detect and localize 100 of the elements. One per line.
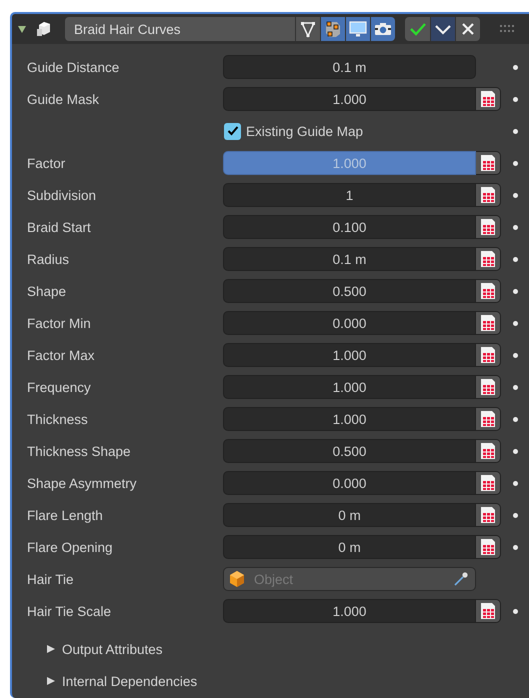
- attribute-icon: [479, 250, 497, 268]
- attribute-toggle[interactable]: [476, 247, 501, 271]
- keyframe-dot[interactable]: [513, 384, 518, 390]
- visibility-toggle[interactable]: [295, 17, 320, 41]
- visibility-toggle[interactable]: [345, 17, 370, 41]
- attribute-toggle[interactable]: [476, 343, 501, 367]
- attribute-toggle[interactable]: [476, 87, 501, 111]
- expanded-triangle-icon[interactable]: [17, 24, 27, 34]
- checkbox-label: Existing Guide Map: [246, 124, 364, 138]
- property-label: Thickness: [26, 412, 89, 426]
- attribute-icon: [479, 154, 497, 172]
- attribute-icon: [479, 218, 497, 236]
- collapsed-triangle-icon[interactable]: [46, 644, 56, 654]
- property-label: Guide Distance: [26, 60, 120, 74]
- attribute-icon: [479, 538, 497, 556]
- keyframe-dot[interactable]: [513, 320, 518, 326]
- keyframe-dot[interactable]: [513, 544, 518, 550]
- number-field[interactable]: 1.000: [223, 375, 476, 399]
- property-label: Flare Length: [26, 508, 104, 522]
- keyframe-dot[interactable]: [513, 448, 518, 454]
- attribute-toggle[interactable]: [476, 471, 501, 495]
- subpanel-header[interactable]: Internal Dependencies: [62, 674, 198, 688]
- property-label: Flare Opening: [26, 540, 114, 554]
- attribute-icon: [479, 442, 497, 460]
- keyframe-dot[interactable]: [513, 64, 518, 70]
- property-label: Radius: [26, 252, 70, 266]
- monitor-icon: [349, 20, 367, 38]
- attribute-icon: [479, 314, 497, 332]
- attribute-toggle[interactable]: [476, 599, 501, 623]
- attribute-icon: [479, 410, 497, 428]
- property-label: Subdivision: [26, 188, 98, 202]
- keyframe-dot[interactable]: [513, 224, 518, 230]
- number-field[interactable]: 0.100: [223, 215, 476, 239]
- keyframe-dot[interactable]: [513, 192, 518, 198]
- property-label: Guide Mask: [26, 92, 100, 106]
- close-icon: [460, 21, 476, 37]
- number-field[interactable]: 0 m: [223, 503, 476, 527]
- subpanel-header[interactable]: Output Attributes: [62, 642, 163, 656]
- modifier-name-field[interactable]: Braid Hair Curves: [65, 17, 295, 41]
- attribute-icon: [479, 346, 497, 364]
- keyframe-dot[interactable]: [513, 256, 518, 262]
- edit-mode-icon: [324, 20, 342, 38]
- visibility-toggle[interactable]: [370, 17, 395, 41]
- attribute-toggle[interactable]: [476, 503, 501, 527]
- visibility-toggle[interactable]: [320, 17, 345, 41]
- property-label: Shape: [26, 284, 68, 298]
- attribute-icon: [479, 602, 497, 620]
- keyframe-dot[interactable]: [513, 512, 518, 518]
- number-field[interactable]: 0.1 m: [223, 247, 476, 271]
- collapsed-triangle-icon[interactable]: [46, 676, 56, 686]
- number-field[interactable]: 0.000: [223, 471, 476, 495]
- checkbox[interactable]: [224, 122, 241, 140]
- property-label: Factor: [26, 156, 66, 170]
- number-field[interactable]: 0.1 m: [223, 55, 476, 79]
- keyframe-dot[interactable]: [513, 352, 518, 358]
- keyframe-dot[interactable]: [513, 288, 518, 294]
- property-label: Hair Tie Scale: [26, 604, 112, 618]
- property-label: Factor Max: [26, 348, 96, 362]
- attribute-toggle[interactable]: [476, 183, 501, 207]
- cube-icon: [228, 570, 246, 588]
- attribute-icon: [479, 90, 497, 108]
- property-label: Hair Tie: [26, 572, 75, 586]
- property-label: Shape Asymmetry: [26, 476, 138, 490]
- attribute-toggle[interactable]: [476, 375, 501, 399]
- attribute-icon: [479, 282, 497, 300]
- property-label: Thickness Shape: [26, 444, 132, 458]
- keyframe-dot[interactable]: [513, 160, 518, 166]
- dropdown-button[interactable]: [430, 17, 455, 41]
- vertex-triangle-icon: [299, 20, 317, 38]
- number-field[interactable]: 1: [223, 183, 476, 207]
- attribute-icon: [479, 378, 497, 396]
- attribute-icon: [479, 474, 497, 492]
- keyframe-dot[interactable]: [513, 480, 518, 486]
- number-field[interactable]: 1.000: [223, 407, 476, 431]
- number-field[interactable]: 1.000: [223, 599, 476, 623]
- keyframe-dot[interactable]: [513, 128, 518, 134]
- property-label: Factor Min: [26, 316, 92, 330]
- attribute-toggle[interactable]: [476, 407, 501, 431]
- number-field[interactable]: 0 m: [223, 535, 476, 559]
- attribute-toggle[interactable]: [476, 439, 501, 463]
- attribute-toggle[interactable]: [476, 151, 501, 175]
- close-button[interactable]: [455, 17, 480, 41]
- keyframe-dot[interactable]: [513, 608, 518, 614]
- eyedropper-icon[interactable]: [453, 571, 469, 587]
- apply-button[interactable]: [405, 17, 430, 41]
- attribute-toggle[interactable]: [476, 215, 501, 239]
- property-label: Braid Start: [26, 220, 92, 234]
- attribute-toggle[interactable]: [476, 311, 501, 335]
- attribute-icon: [479, 506, 497, 524]
- number-field[interactable]: 0.000: [223, 311, 476, 335]
- number-field[interactable]: 0.500: [223, 439, 476, 463]
- attribute-icon: [479, 186, 497, 204]
- drag-handle-icon[interactable]: [500, 24, 514, 34]
- number-field[interactable]: 1.000: [223, 87, 476, 111]
- number-field[interactable]: 1.000: [223, 343, 476, 367]
- attribute-toggle[interactable]: [476, 279, 501, 303]
- keyframe-dot[interactable]: [513, 96, 518, 102]
- attribute-toggle[interactable]: [476, 535, 501, 559]
- number-field[interactable]: 0.500: [223, 279, 476, 303]
- keyframe-dot[interactable]: [513, 416, 518, 422]
